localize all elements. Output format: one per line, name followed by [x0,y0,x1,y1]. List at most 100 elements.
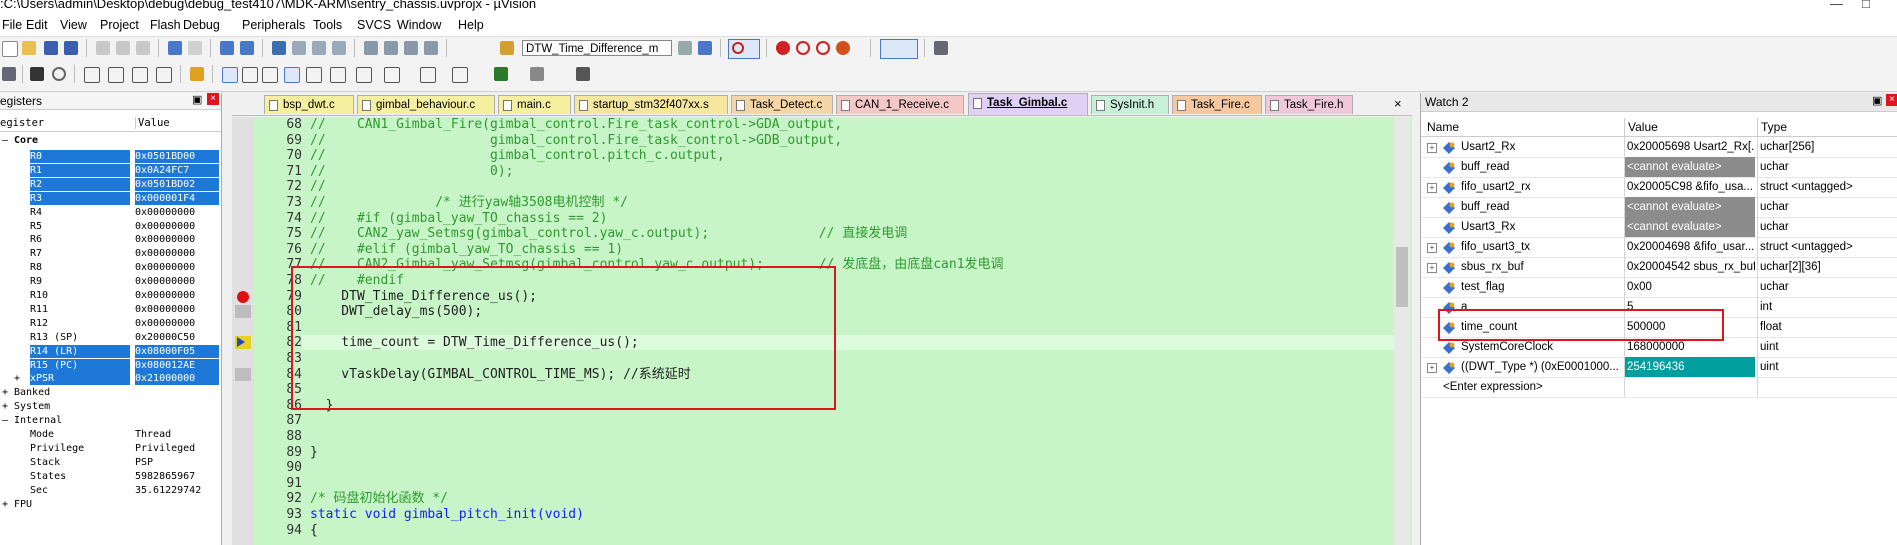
enable-breakpoint-icon[interactable] [796,41,810,55]
watch-value[interactable]: 254196436 [1624,357,1755,377]
debug-settings-icon[interactable] [576,67,590,81]
comment-icon[interactable] [404,41,418,55]
watch-row[interactable]: test_flag 0x00 uchar [1421,277,1897,298]
enter-expression-row[interactable]: <Enter expression> [1421,377,1897,398]
internal-row[interactable]: Mode Thread [0,428,221,441]
watch-row[interactable]: + Usart2_Rx 0x20005698 Usart2_Rx[... uchar[… [1421,137,1897,158]
register-row[interactable]: R2 0x0501BD02 [0,177,221,191]
breakpoint-gutter[interactable] [232,117,254,545]
menu-flash[interactable]: Flash [150,18,181,32]
register-group-fpu[interactable]: + FPU [0,498,221,511]
register-value[interactable]: 0x21000000 [135,372,219,386]
menu-file[interactable]: File [2,18,22,32]
watch-value[interactable]: 0x20004542 sbus_rx_buf [1624,257,1755,277]
watch-window-icon[interactable] [330,67,346,83]
register-value[interactable]: 0x00000000 [135,317,219,330]
register-row[interactable]: R14 (LR) 0x08000F05 [0,344,221,358]
maximize-icon[interactable]: □ [1862,0,1870,11]
collapse-icon[interactable]: + [2,400,8,413]
disable-breakpoints-icon[interactable] [816,41,830,55]
paste-icon[interactable] [136,41,150,55]
collapse-icon[interactable]: – [2,134,8,147]
trace-window-icon[interactable] [452,67,468,83]
register-value[interactable]: 0x0501BD00 [135,150,219,163]
register-row[interactable]: R10 0x00000000 [0,289,221,302]
menu-edit[interactable]: Edit [26,18,48,32]
reset-icon[interactable] [2,67,16,81]
tab-sysinit-h[interactable]: SysInit.h [1091,95,1169,114]
show-next-statement-icon[interactable] [190,67,204,81]
register-value[interactable]: 0x0501BD02 [135,177,219,191]
register-row[interactable]: R9 0x00000000 [0,275,221,288]
register-value[interactable]: 0x080012AE [135,358,219,372]
register-row[interactable]: R5 0x00000000 [0,220,221,233]
register-group-internal[interactable]: – Internal [0,414,221,427]
system-viewer-icon[interactable] [494,67,508,81]
watch-value[interactable]: <cannot evaluate> [1624,197,1755,217]
watch-row[interactable]: + ((DWT_Type *) (0xE0001000... 254196436 ui… [1421,357,1897,378]
code-line[interactable]: // CAN2_yaw_Setmsg(gimbal_control.yaw_c.… [310,226,907,241]
code-line[interactable]: // #if (gimbal_yaw_TO_chassis == 2) [310,211,607,226]
expand-icon[interactable]: + [1427,183,1437,193]
minimize-icon[interactable]: — [1830,0,1843,11]
expand-icon[interactable]: + [2,498,8,511]
kill-breakpoints-icon[interactable] [836,41,850,55]
clear-bookmarks-icon[interactable] [332,41,346,55]
code-line[interactable]: // gimbal_control.Fire_task_control->GDB… [310,133,842,148]
target-combo[interactable]: DTW_Time_Difference_m [522,40,672,56]
code-line[interactable]: // CAN1_Gimbal_Fire(gimbal_control.Fire_… [310,117,842,132]
register-row[interactable]: R8 0x00000000 [0,261,221,274]
symbols-icon[interactable] [262,67,278,83]
collapse-icon[interactable]: + [2,386,8,399]
expand-icon[interactable]: + [1427,363,1437,373]
register-row[interactable]: R11 0x00000000 [0,303,221,316]
register-value[interactable]: 0x00000000 [135,247,219,260]
watch-value[interactable]: 0x00 [1624,277,1755,297]
register-row[interactable]: R15 (PC) 0x080012AE [0,358,221,372]
register-value[interactable]: 0x20000C50 [135,331,219,344]
register-value[interactable]: 0x00000000 [135,233,219,246]
code-line[interactable]: static void gimbal_pitch_init(void) [310,507,584,522]
register-row[interactable]: + xPSR 0x21000000 [0,372,221,386]
tab-can-1-receive-c[interactable]: CAN_1_Receive.c [836,95,964,114]
watch-row[interactable]: + sbus_rx_buf 0x20004542 sbus_rx_buf uchar[… [1421,257,1897,278]
breakpoint-icon[interactable] [237,290,249,303]
register-row[interactable]: R0 0x0501BD00 [0,150,221,163]
debug-session-button[interactable] [728,39,760,59]
new-file-icon[interactable] [2,41,18,57]
internal-row[interactable]: Sec 35.61229742 [0,484,221,497]
registers-window-icon[interactable] [284,67,300,83]
internal-row[interactable]: Stack PSP [0,456,221,469]
indent-icon[interactable] [364,41,378,55]
tab-task-fire-h[interactable]: Task_Fire.h [1265,95,1353,114]
step-over-icon[interactable] [108,67,124,83]
serial-window-icon[interactable] [384,67,400,83]
watch-value[interactable]: <cannot evaluate> [1624,157,1755,177]
expand-icon[interactable]: + [1427,143,1437,153]
internal-row[interactable]: Privilege Privileged [0,442,221,455]
register-value[interactable]: 0x00000000 [135,289,219,302]
watch-row[interactable]: buff_read <cannot evaluate> uchar [1421,197,1897,218]
register-group-banked[interactable]: + Banked [0,386,221,399]
register-value[interactable]: 0x0A24FC7 [135,163,219,177]
command-window-icon[interactable] [222,67,238,83]
register-group-core[interactable]: – Core [0,134,221,147]
run-to-cursor-icon[interactable] [156,67,172,83]
watch-row[interactable]: buff_read <cannot evaluate> uchar [1421,157,1897,178]
register-row[interactable]: R13 (SP) 0x20000C50 [0,331,221,344]
watch-row[interactable]: + fifo_usart2_rx 0x20005C98 &fifo_usa... st… [1421,177,1897,198]
configure-icon[interactable] [934,41,948,55]
disassembly-icon[interactable] [242,67,258,83]
pin-icon[interactable]: ▣ [192,93,202,106]
register-group-system[interactable]: + System [0,400,221,413]
memory-window-icon[interactable] [356,67,372,83]
tab-startup-stm32f407xx-s[interactable]: startup_stm32f407xx.s [574,95,728,114]
register-value[interactable]: 0x000001F4 [135,191,219,205]
nav-forward-icon[interactable] [240,41,254,55]
tab-task-fire-c[interactable]: Task_Fire.c [1172,95,1262,114]
internal-row[interactable]: States 5982865967 [0,470,221,483]
collapse-icon[interactable]: – [2,414,8,427]
open-folder-icon[interactable] [22,41,36,55]
register-row[interactable]: R6 0x00000000 [0,233,221,246]
watch-row[interactable]: + fifo_usart3_tx 0x20004698 &fifo_usar... s… [1421,237,1897,258]
